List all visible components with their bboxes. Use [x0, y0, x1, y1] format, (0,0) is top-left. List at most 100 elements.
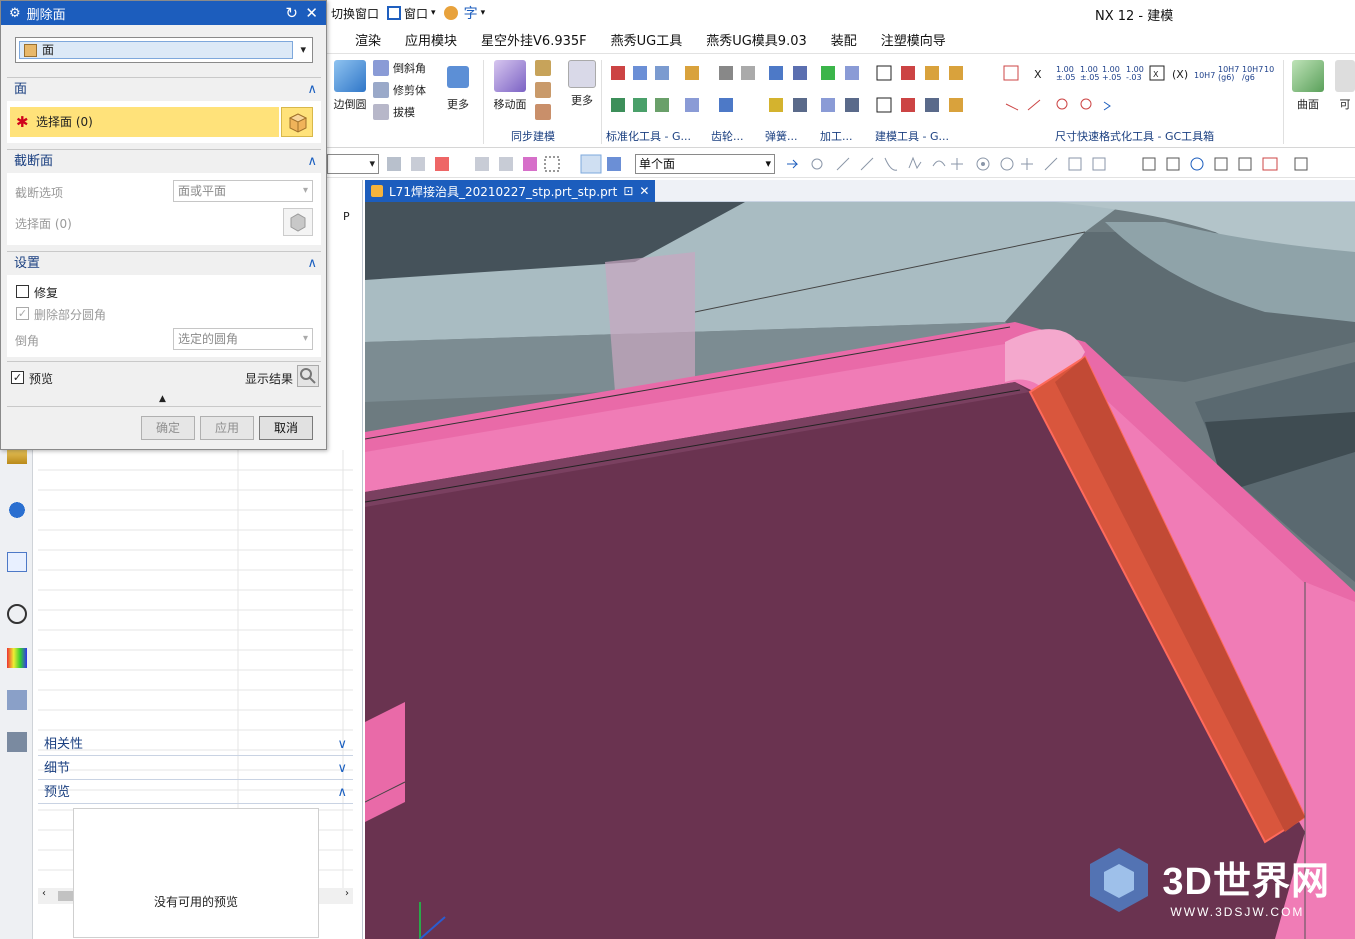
snap-point-icons[interactable]: [783, 154, 1353, 174]
settings-group-label: 设置: [14, 256, 41, 271]
sync-icon-3[interactable]: [535, 104, 551, 120]
draft-button[interactable]: 拔模: [373, 104, 415, 120]
chamfer-button[interactable]: 倒斜角: [373, 60, 426, 76]
chamfer-option-combo[interactable]: 选定的圆角: [173, 328, 313, 350]
section-preview[interactable]: 预览 ∧: [38, 782, 353, 804]
group-label-dim-tools[interactable]: 尺寸快速格式化工具 - GC工具箱: [1055, 128, 1214, 144]
select-face-label: 选择面 (0): [36, 115, 93, 129]
section-details[interactable]: 细节 ∨: [38, 758, 353, 780]
group-face-header[interactable]: 面 ∧: [7, 77, 321, 101]
menu-application[interactable]: 应用模块: [393, 30, 469, 49]
apply-button[interactable]: 应用: [200, 416, 254, 440]
document-tab-strip: L71焊接治具_20210227_stp.prt_stp.prt ⊡ ✕: [365, 180, 1355, 202]
sync-icon-1[interactable]: [535, 60, 551, 76]
window-menu-button[interactable]: 窗口 ▾: [387, 5, 436, 22]
face-selection-cube-button[interactable]: [281, 107, 313, 137]
more-button-2[interactable]: 更多: [559, 60, 605, 108]
type-combo[interactable]: 面 ▾: [15, 37, 313, 63]
svg-text:10H7: 10H7: [1194, 71, 1215, 80]
svg-text:(g6): (g6): [1218, 73, 1234, 82]
scroll-right-icon[interactable]: ›: [345, 888, 349, 899]
menu-mold-wizard[interactable]: 注塑模向导: [869, 30, 958, 49]
menu-yanxiu-mold[interactable]: 燕秀UG模具9.03: [694, 30, 819, 49]
trim-body-label: 修剪体: [393, 84, 426, 97]
select-face-row[interactable]: ✱ 选择面 (0): [10, 107, 279, 137]
font-glyph: 字: [463, 6, 478, 22]
group-label-std-tools[interactable]: 标准化工具 - G...: [606, 128, 691, 144]
dependencies-label: 相关性: [44, 737, 84, 752]
edit-icon[interactable]: ⊡: [623, 184, 633, 198]
scroll-left-icon[interactable]: ‹: [42, 888, 46, 899]
close-tab-icon[interactable]: ✕: [639, 184, 649, 198]
overflow-label: 可: [1339, 98, 1351, 111]
chamfer-option-label: 倒角: [15, 334, 40, 348]
font-button[interactable]: 字 ▾: [464, 3, 486, 23]
snap-icons[interactable]: [385, 154, 625, 174]
sync-icon-2[interactable]: [535, 82, 551, 98]
group-section-header[interactable]: 截断面 ∧: [7, 149, 321, 173]
trim-body-button[interactable]: 修剪体: [373, 82, 426, 98]
system-material-icon[interactable]: [7, 732, 27, 752]
chevron-down-icon: ∨: [337, 737, 347, 752]
more-button-1[interactable]: 更多: [435, 60, 481, 112]
selection-filter-combo[interactable]: 单个面: [635, 154, 775, 174]
section-cube-button[interactable]: [283, 208, 313, 236]
menu-xingkong[interactable]: 星空外挂V6.935F: [469, 30, 599, 49]
type-filter-combo[interactable]: [327, 154, 379, 174]
more-label-1: 更多: [447, 98, 469, 111]
cancel-button[interactable]: 取消: [259, 416, 313, 440]
group-label-modeling-tools[interactable]: 建模工具 - G...: [875, 128, 949, 144]
svg-text:/g6: /g6: [1242, 73, 1255, 82]
section-dependencies[interactable]: 相关性 ∨: [38, 734, 353, 756]
ok-button[interactable]: 确定: [141, 416, 195, 440]
chevron-down-icon: ▾: [431, 8, 436, 18]
group-settings-header[interactable]: 设置 ∧: [7, 251, 321, 275]
face-type-icon: [24, 44, 37, 57]
graphics-viewport[interactable]: [365, 202, 1355, 939]
repair-checkbox[interactable]: [16, 285, 29, 298]
ribbon-overflow-button[interactable]: 可: [1335, 60, 1355, 112]
surface-button[interactable]: 曲面: [1285, 60, 1331, 112]
part-file-icon: [371, 185, 383, 197]
touch-mode-button[interactable]: [443, 6, 458, 20]
edge-blend-button[interactable]: 边倒圆: [327, 60, 373, 112]
preview-checkbox[interactable]: ✓: [11, 371, 24, 384]
group-label-machining[interactable]: 加工...: [820, 128, 853, 144]
preview-section-label: 预览: [44, 785, 71, 800]
close-icon[interactable]: ✕: [305, 4, 318, 22]
clock-icon[interactable]: [7, 604, 27, 624]
model-view[interactable]: [365, 202, 1355, 939]
delete-partial-round-label: 删除部分圆角: [34, 308, 107, 322]
ribbon-divider: [483, 60, 484, 144]
svg-text:±.05: ±.05: [1080, 73, 1099, 82]
menu-render[interactable]: 渲染: [325, 30, 393, 49]
dialog-title-bar[interactable]: ⚙ 删除面 ↻ ✕: [1, 1, 326, 25]
show-result-button[interactable]: [297, 365, 319, 387]
menu-yanxiu-tools[interactable]: 燕秀UG工具: [599, 30, 695, 49]
move-face-button[interactable]: 移动面: [487, 60, 533, 112]
palette-icon[interactable]: [7, 648, 27, 668]
info-icon[interactable]: [7, 500, 27, 520]
role-icon[interactable]: [7, 690, 27, 710]
group-label-gear[interactable]: 齿轮...: [711, 128, 744, 144]
delete-face-dialog: ⚙ 删除面 ↻ ✕ 面 ▾ 面 ∧ ✱ 选择面 (0) 截断面 ∧ 截断选项 面…: [0, 0, 327, 450]
section-option-combo[interactable]: 面或平面: [173, 180, 313, 202]
collapse-triangle-icon[interactable]: ▲: [159, 394, 166, 404]
required-star-icon: ✱: [16, 113, 29, 131]
delete-partial-round-checkbox[interactable]: ✓: [16, 307, 29, 320]
cube-icon: [288, 113, 308, 133]
type-value: 面: [19, 41, 293, 59]
menu-assembly[interactable]: 装配: [819, 30, 869, 49]
chevron-up-icon: ∧: [307, 154, 317, 169]
ribbon-icon-grid[interactable]: [607, 62, 997, 126]
dimension-tools-icons[interactable]: X 1.00±.05 1.00±.05 1.00+.05 1.00-.03 X …: [1000, 62, 1280, 126]
document-tab[interactable]: L71焊接治具_20210227_stp.prt_stp.prt ⊡ ✕: [365, 180, 656, 202]
chevron-down-icon: ▾: [300, 43, 306, 56]
group-label-spring[interactable]: 弹簧...: [765, 128, 798, 144]
reset-icon[interactable]: ↻: [285, 4, 298, 22]
web-browser-icon[interactable]: [7, 552, 27, 572]
switch-window-button[interactable]: 切换窗口: [331, 5, 379, 22]
history-icon[interactable]: [7, 450, 27, 464]
gear-icon[interactable]: ⚙: [9, 6, 21, 21]
chamfer-icon: [373, 60, 389, 76]
